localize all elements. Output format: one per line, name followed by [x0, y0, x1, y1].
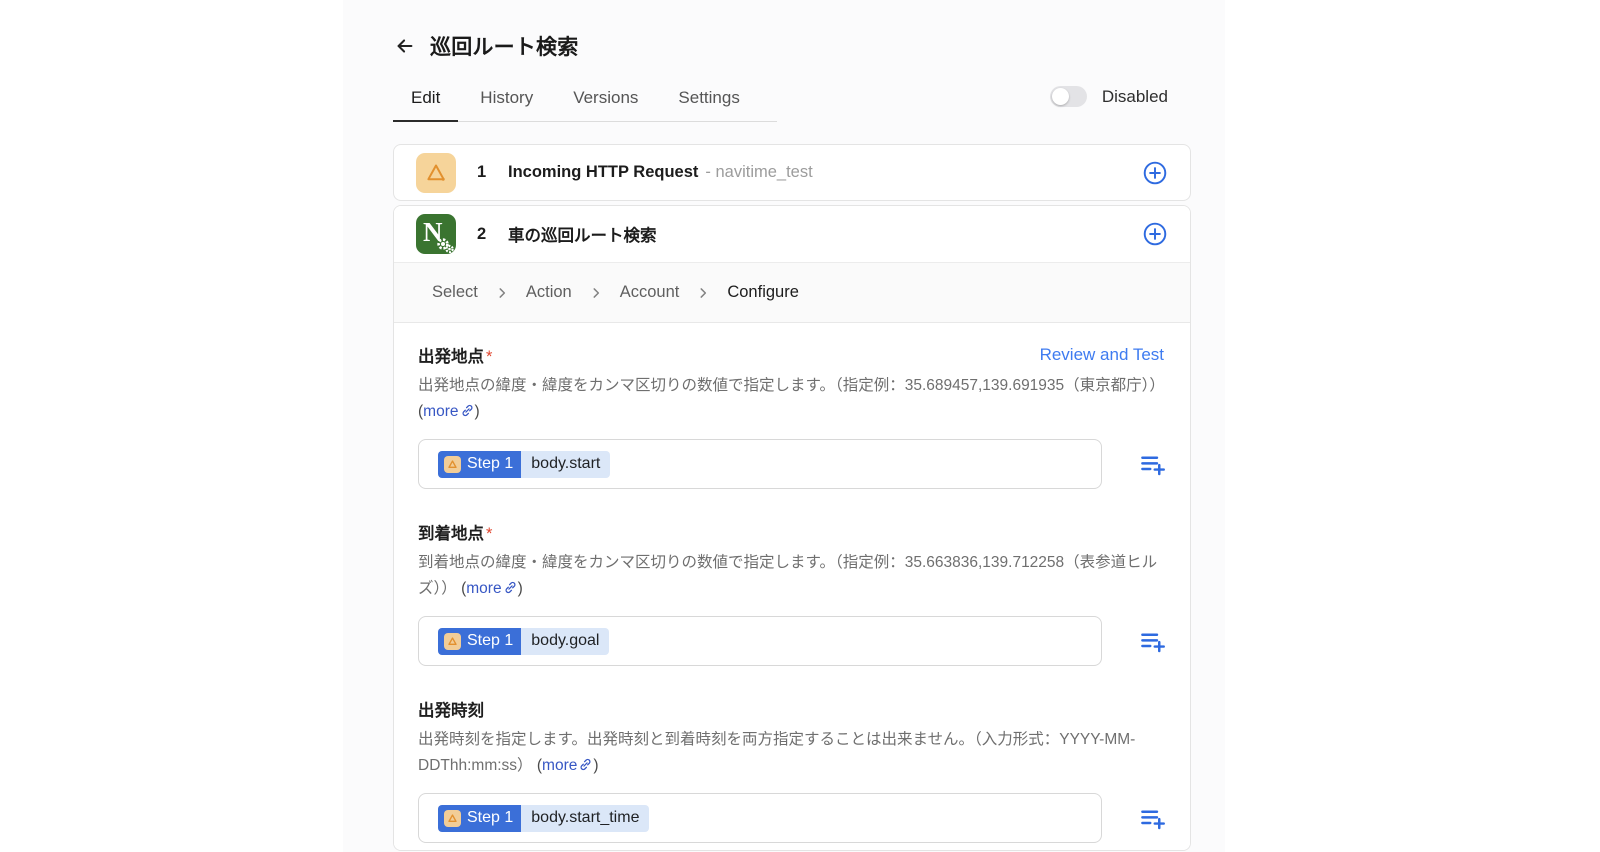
gears-icon [437, 238, 454, 253]
tab-settings[interactable]: Settings [660, 88, 757, 121]
page-header: 巡回ルート検索 [393, 31, 1191, 61]
step-number: 2 [477, 224, 487, 243]
token-chip[interactable]: Step 1 body.start_time [438, 804, 650, 832]
anyflow-http-trigger-icon [416, 152, 456, 193]
configure-panel: Review and Test 出発地点 * 出発地点の緯度・緯度をカンマ区切りの… [394, 323, 1190, 850]
step-app-mini-icon [444, 809, 461, 827]
chevron-right-icon [593, 287, 599, 298]
step-number: 1 [477, 163, 487, 181]
plus-circle-icon [1143, 222, 1167, 246]
chip-step-label: Step 1 [467, 632, 514, 649]
playlist-add-icon [1141, 810, 1165, 829]
link-icon [462, 404, 472, 417]
step-1-card[interactable]: 1 Incoming HTTP Request - navitime_test [393, 144, 1191, 201]
tab-history[interactable]: History [462, 88, 551, 121]
insert-variable-button[interactable] [1139, 628, 1166, 655]
chip-token-value: body.start_time [521, 804, 650, 832]
review-and-test-link[interactable]: Review and Test [1040, 345, 1164, 365]
tab-edit[interactable]: Edit [393, 88, 459, 122]
toggle-knob [1051, 88, 1069, 105]
tab-bar: Edit History Versions Settings Disabled [393, 86, 1191, 122]
step-breadcrumb: Select Action Account Configure [394, 263, 1190, 323]
field-description: 出発地点の緯度・緯度をカンマ区切りの数値で指定します。（指定例：35.68945… [418, 377, 1165, 420]
step-2-card[interactable]: N 2 車の巡回ルート検索 [394, 206, 1190, 263]
link-icon [505, 581, 516, 594]
step-app-mini-icon [444, 632, 461, 650]
goal-point-input[interactable]: Step 1 body.goal [418, 616, 1102, 666]
chip-step-label: Step 1 [467, 455, 514, 472]
add-step-button[interactable] [1142, 160, 1168, 186]
plus-circle-icon [1143, 161, 1167, 184]
disabled-toggle[interactable] [1049, 86, 1087, 107]
field-goal-point: 到着地点 * 到着地点の緯度・緯度をカンマ区切りの数値で指定します。（指定例：35… [418, 522, 1166, 666]
field-description: 出発時刻を指定します。出発時刻と到着時刻を両方指定することは出来ません。（入力形… [418, 731, 1136, 774]
more-link[interactable]: more [423, 403, 458, 420]
back-arrow-icon [397, 39, 413, 53]
token-chip[interactable]: Step 1 body.goal [438, 627, 610, 655]
step-app-mini-icon [444, 455, 461, 473]
required-mark: * [486, 348, 493, 366]
field-label: 出発時刻 [418, 702, 484, 720]
add-step-button[interactable] [1142, 221, 1168, 247]
field-start-point: 出発地点 * 出発地点の緯度・緯度をカンマ区切りの数値で指定します。（指定例：35… [418, 345, 1166, 489]
playlist-add-icon [1141, 633, 1165, 652]
insert-variable-button[interactable] [1139, 451, 1166, 478]
link-icon [580, 758, 591, 771]
navitime-app-icon: N [416, 214, 456, 254]
workflow-editor-column: 巡回ルート検索 Edit History Versions Settings D… [343, 0, 1225, 852]
chevron-right-icon [499, 287, 505, 298]
breadcrumb-configure[interactable]: Configure [727, 283, 799, 302]
step-title: Incoming HTTP Request [508, 163, 699, 181]
breadcrumb-account[interactable]: Account [620, 283, 680, 302]
step-2-group: N 2 車の巡回ルート検索 Select Action Account Conf… [393, 205, 1191, 851]
breadcrumb-action[interactable]: Action [526, 283, 572, 302]
insert-variable-button[interactable] [1139, 805, 1166, 832]
chip-token-value: body.start [521, 450, 611, 478]
token-chip[interactable]: Step 1 body.start [438, 450, 611, 478]
tab-versions[interactable]: Versions [555, 88, 656, 121]
playlist-add-icon [1141, 456, 1165, 475]
required-mark: * [486, 525, 493, 543]
more-link[interactable]: more [542, 757, 577, 774]
step-title: 車の巡回ルート検索 [508, 227, 657, 245]
field-description: 到着地点の緯度・緯度をカンマ区切りの数値で指定します。（指定例：35.66383… [418, 554, 1158, 597]
chevron-right-icon [700, 287, 707, 298]
start-point-input[interactable]: Step 1 body.start [418, 439, 1102, 489]
chip-token-value: body.goal [521, 627, 610, 655]
field-start-time: 出発時刻 出発時刻を指定します。出発時刻と到着時刻を両方指定することは出来ません… [418, 699, 1166, 843]
back-button[interactable] [393, 34, 417, 58]
chip-step-label: Step 1 [467, 809, 514, 826]
more-link[interactable]: more [466, 580, 501, 597]
start-time-input[interactable]: Step 1 body.start_time [418, 793, 1102, 843]
toggle-label: Disabled [1101, 86, 1168, 106]
field-label: 到着地点 * [418, 525, 493, 543]
breadcrumb-select[interactable]: Select [432, 283, 478, 302]
step-subtitle: - navitime_test [705, 163, 813, 181]
enable-toggle-row: Disabled [1049, 86, 1168, 107]
page-title: 巡回ルート検索 [430, 36, 579, 59]
